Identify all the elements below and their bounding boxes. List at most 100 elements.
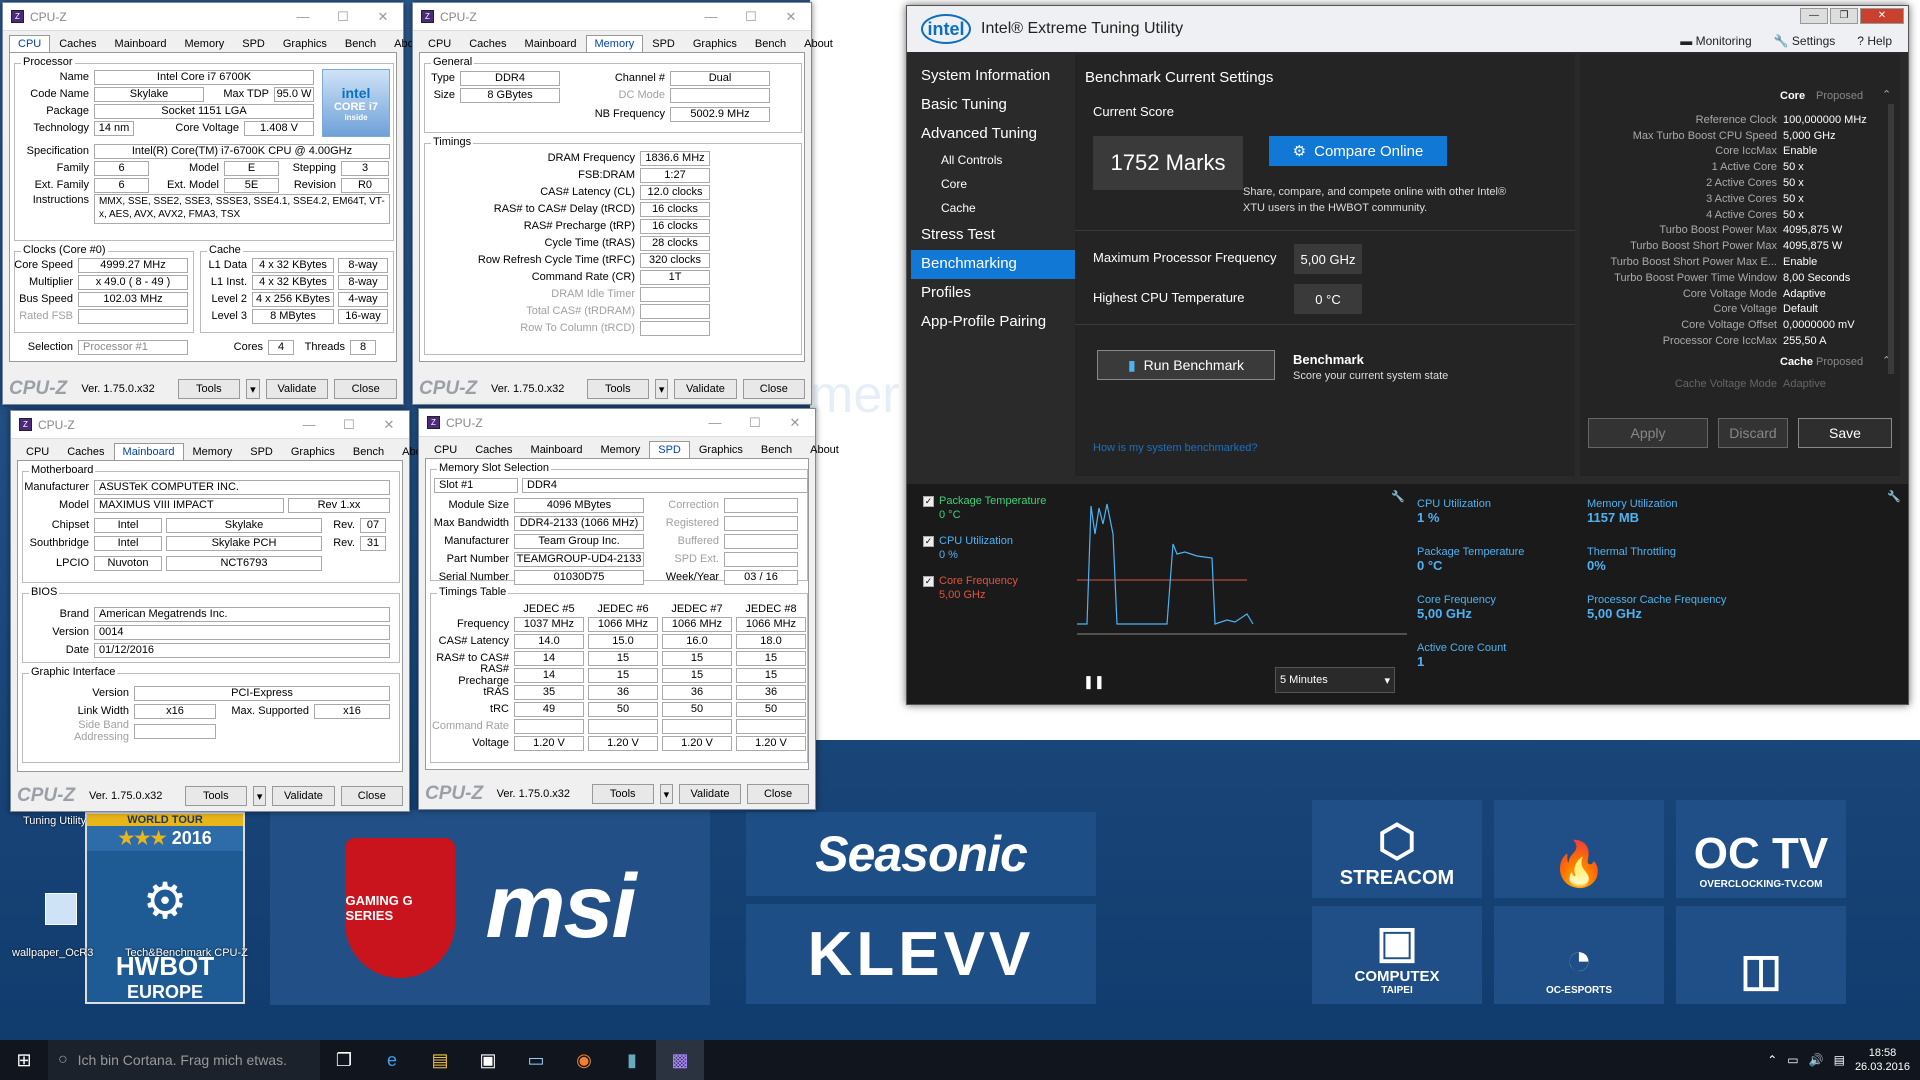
close-icon[interactable]: ✕	[1860, 8, 1904, 24]
settings-menu[interactable]: 🔧 Settings	[1774, 34, 1836, 48]
cpuz-titlebar[interactable]: Z CPU-Z — ☐ ✕	[11, 411, 409, 439]
compare-online-button[interactable]: ⚙ Compare Online	[1269, 136, 1447, 166]
minimize-icon[interactable]: —	[289, 417, 329, 432]
task-view-icon[interactable]: ❐	[320, 1040, 368, 1080]
tools-button[interactable]: Tools	[591, 784, 654, 804]
graph-settings-icon[interactable]: 🔧	[1391, 490, 1405, 503]
validate-button[interactable]: Validate	[674, 379, 737, 399]
tools-dropdown-icon[interactable]: ▾	[659, 784, 673, 804]
nav-item-all-controls[interactable]: All Controls	[911, 149, 1075, 173]
desktop-label-cpuz[interactable]: Tech&Benchmark CPU-Z	[125, 947, 248, 959]
close-icon[interactable]: ✕	[771, 9, 811, 25]
tab-mainboard[interactable]: Mainboard	[113, 443, 184, 460]
xtu-window[interactable]: intel Intel® Extreme Tuning Utility — ❐ …	[906, 5, 1909, 705]
tab-memory[interactable]: Memory	[184, 443, 242, 460]
tab-spd[interactable]: SPD	[649, 441, 690, 458]
nav-item-system-information[interactable]: System Information	[911, 62, 1075, 91]
tools-button[interactable]: Tools	[177, 379, 241, 399]
tab-cpu[interactable]: CPU	[425, 441, 466, 458]
monitor-settings-icon[interactable]: 🔧	[1887, 490, 1901, 503]
nav-item-profiles[interactable]: Profiles	[911, 279, 1075, 308]
tab-cpu[interactable]: CPU	[17, 443, 58, 460]
tab-memory[interactable]: Memory	[176, 35, 234, 52]
tab-graphics[interactable]: Graphics	[282, 443, 344, 460]
minimize-icon[interactable]: —	[283, 9, 323, 24]
tab-mainboard[interactable]: Mainboard	[516, 35, 586, 52]
cpuz-titlebar[interactable]: Z CPU-Z — ☐ ✕	[419, 409, 815, 437]
maximize-icon[interactable]: ☐	[329, 417, 369, 433]
minimize-icon[interactable]: —	[695, 415, 735, 430]
tab-graphics[interactable]: Graphics	[274, 35, 336, 52]
close-button[interactable]: Close	[747, 784, 810, 804]
maximize-icon[interactable]: ☐	[735, 415, 775, 431]
tab-about[interactable]: About	[801, 441, 848, 458]
nav-item-advanced-tuning[interactable]: Advanced Tuning	[911, 120, 1075, 149]
tab-spd[interactable]: SPD	[643, 35, 684, 52]
nav-item-basic-tuning[interactable]: Basic Tuning	[911, 91, 1075, 120]
nav-item-app-profile-pairing[interactable]: App-Profile Pairing	[911, 308, 1075, 337]
maximize-icon[interactable]: ☐	[731, 9, 771, 25]
tab-caches[interactable]: Caches	[58, 443, 113, 460]
tools-button[interactable]: Tools	[586, 379, 649, 399]
tab-bench[interactable]: Bench	[344, 443, 393, 460]
tools-button[interactable]: Tools	[184, 786, 247, 806]
how-benchmarked-link[interactable]: How is my system benchmarked?	[1093, 442, 1257, 454]
cpuz-window-mainboard[interactable]: Z CPU-Z — ☐ ✕ CPU Caches Mainboard Memor…	[10, 410, 431, 812]
tab-caches[interactable]: Caches	[466, 441, 521, 458]
time-window-select[interactable]: 5 Minutes ▾	[1275, 667, 1395, 693]
tab-cpu[interactable]: CPU	[419, 35, 460, 52]
legend-checkbox[interactable]: ✓	[923, 576, 934, 587]
cpuz-titlebar[interactable]: Z CPU-Z — ☐ ✕	[3, 3, 403, 31]
tab-graphics[interactable]: Graphics	[690, 441, 752, 458]
tab-bench[interactable]: Bench	[752, 441, 801, 458]
tab-memory[interactable]: Memory	[592, 441, 650, 458]
maximize-icon[interactable]: ☐	[323, 9, 363, 25]
slot-select[interactable]: Slot #1	[434, 477, 518, 493]
tab-mainboard[interactable]: Mainboard	[106, 35, 176, 52]
cpuz-taskbar-icon[interactable]: ▩	[656, 1040, 704, 1080]
validate-button[interactable]: Validate	[678, 784, 741, 804]
close-icon[interactable]: ✕	[363, 9, 403, 25]
tab-caches[interactable]: Caches	[50, 35, 105, 52]
run-benchmark-button[interactable]: ▮ Run Benchmark	[1097, 350, 1275, 380]
nav-item-benchmarking[interactable]: Benchmarking	[911, 250, 1075, 279]
close-button[interactable]: Close	[340, 786, 403, 806]
minimize-icon[interactable]: —	[691, 9, 731, 24]
nav-item-core[interactable]: Core	[911, 173, 1075, 197]
tools-dropdown-icon[interactable]: ▾	[246, 379, 260, 399]
cpuz-window-cpu[interactable]: Z CPU-Z — ☐ ✕ CPU Caches Mainboard Memor…	[2, 2, 423, 405]
nav-item-cache[interactable]: Cache	[911, 197, 1075, 221]
tab-mainboard[interactable]: Mainboard	[522, 441, 592, 458]
restore-icon[interactable]: ❐	[1830, 8, 1858, 24]
close-icon[interactable]: ✕	[775, 415, 815, 431]
tab-bench[interactable]: Bench	[336, 35, 385, 52]
tray-chevron-up-icon[interactable]: ⌃	[1767, 1053, 1777, 1067]
legend-checkbox[interactable]: ✓	[923, 536, 934, 547]
tab-about[interactable]: About	[795, 35, 842, 52]
tools-dropdown-icon[interactable]: ▾	[654, 379, 669, 399]
discard-button[interactable]: Discard	[1718, 418, 1788, 448]
tab-graphics[interactable]: Graphics	[684, 35, 746, 52]
close-button[interactable]: Close	[742, 379, 805, 399]
network-icon[interactable]: ▭	[1787, 1053, 1798, 1067]
validate-button[interactable]: Validate	[265, 379, 329, 399]
file-explorer-icon[interactable]: ▤	[416, 1040, 464, 1080]
processor-select[interactable]: Processor #1	[78, 339, 188, 355]
cpuz-window-spd[interactable]: Z CPU-Z — ☐ ✕ CPU Caches Mainboard Memor…	[418, 408, 839, 810]
firefox-icon[interactable]: ◉	[560, 1040, 608, 1080]
settings-scrollbar[interactable]	[1888, 104, 1894, 374]
minimize-icon[interactable]: —	[1800, 8, 1828, 24]
help-menu[interactable]: ? Help	[1857, 34, 1892, 48]
tab-cpu[interactable]: CPU	[9, 35, 51, 52]
app-icon[interactable]: ▭	[512, 1040, 560, 1080]
collapse-up-icon[interactable]: ⌃	[1882, 88, 1891, 101]
tab-caches[interactable]: Caches	[460, 35, 515, 52]
store-icon[interactable]: ▣	[464, 1040, 512, 1080]
tab-spd[interactable]: SPD	[233, 35, 274, 52]
cpuz-titlebar[interactable]: Z CPU-Z — ☐ ✕	[413, 3, 811, 31]
validate-button[interactable]: Validate	[272, 786, 335, 806]
pause-icon[interactable]: ❚❚	[1083, 674, 1105, 690]
nav-item-stress-test[interactable]: Stress Test	[911, 221, 1075, 250]
tab-memory[interactable]: Memory	[585, 35, 644, 52]
desktop-label-tuning[interactable]: Tuning Utility	[23, 815, 86, 827]
